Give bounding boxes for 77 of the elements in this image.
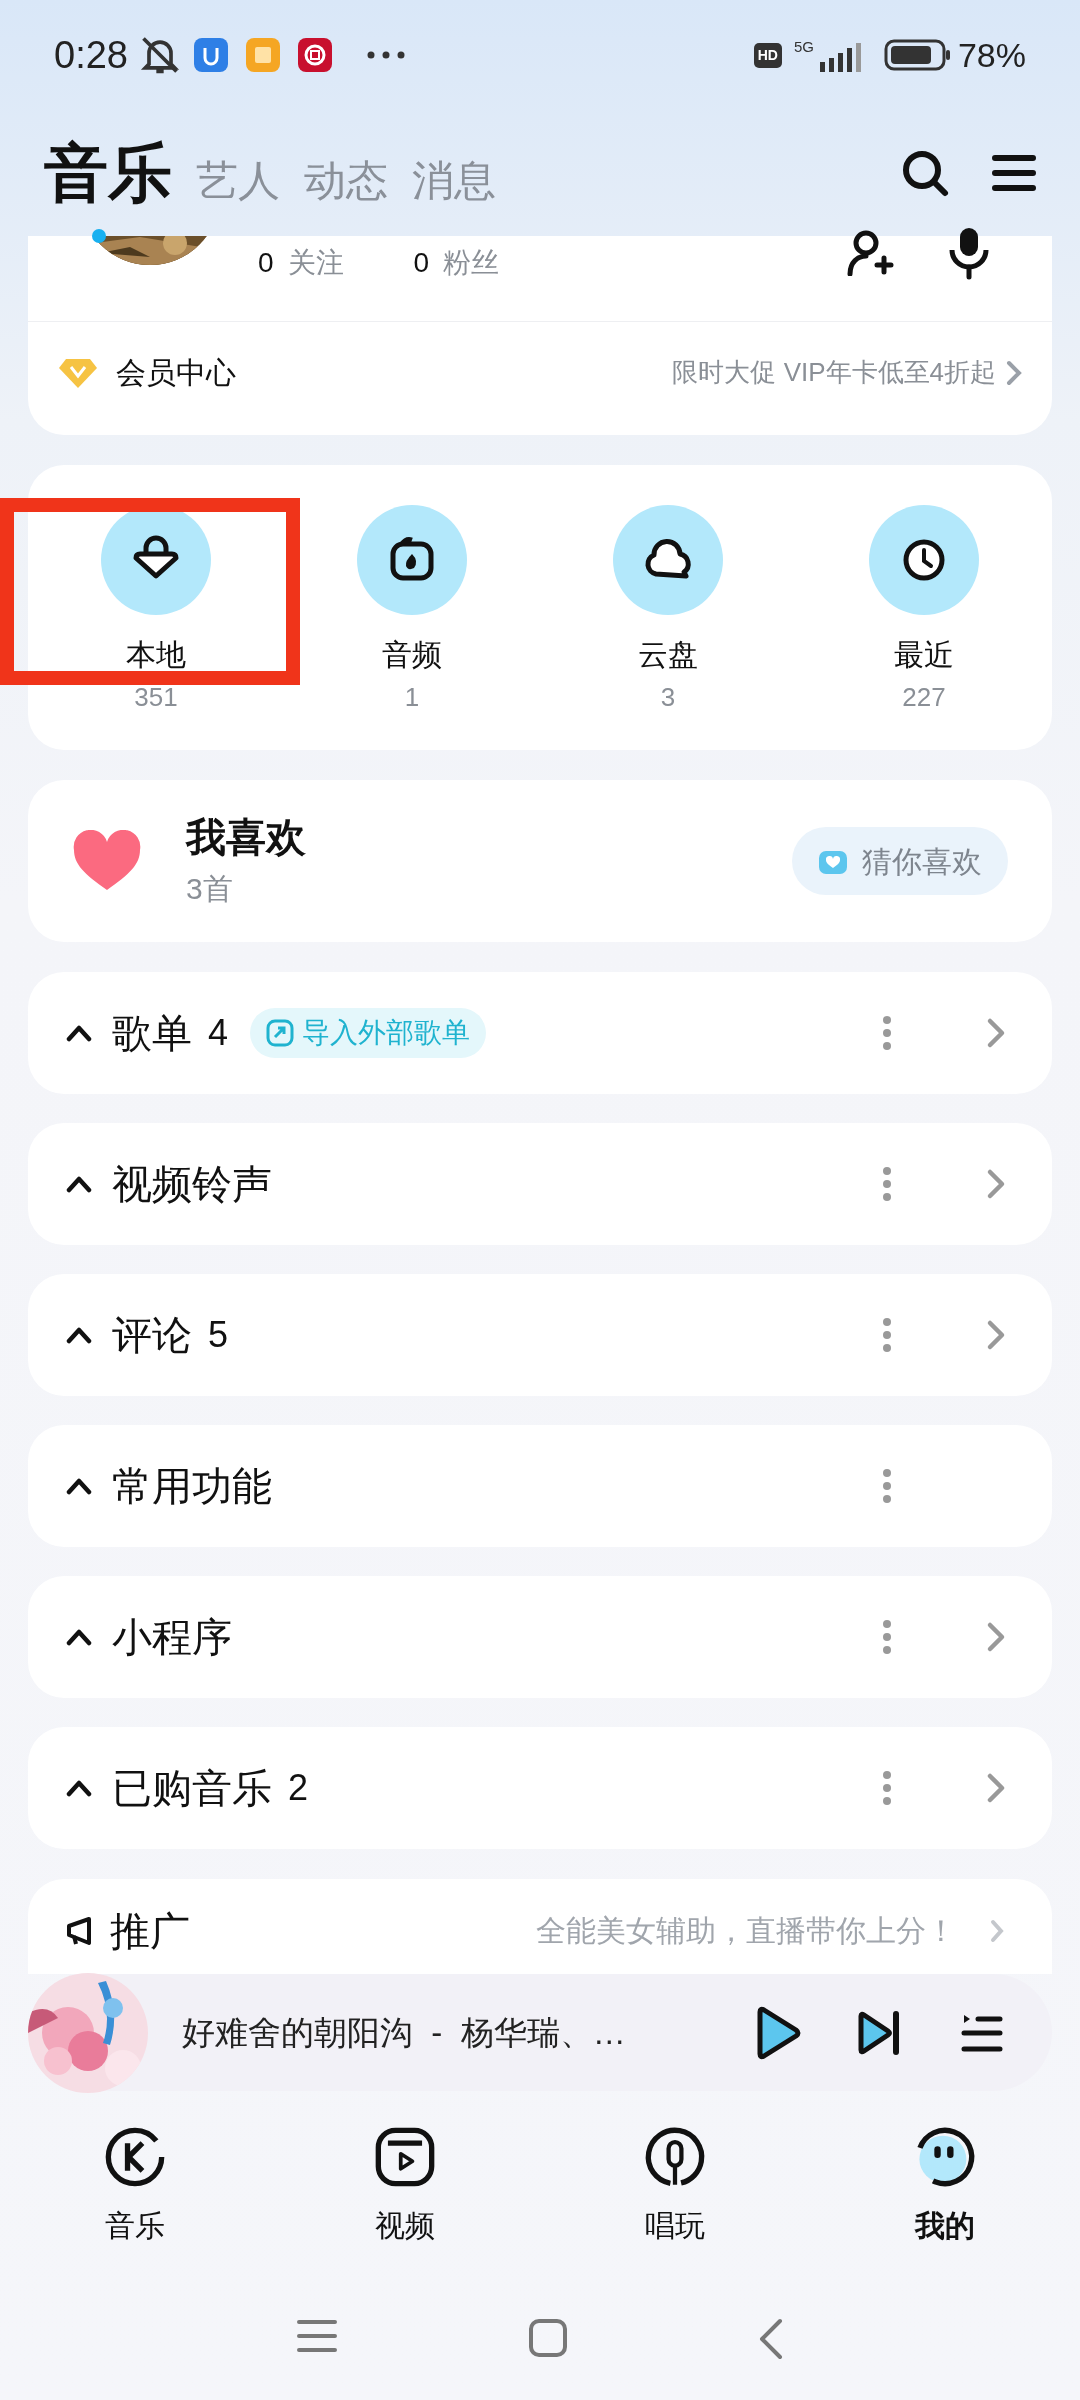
nav-tab[interactable]: 视频 <box>270 2125 540 2280</box>
home-icon[interactable] <box>528 2318 568 2358</box>
hd-badge: HD <box>753 42 782 68</box>
shortcut-label[interactable]: 本地 <box>126 635 186 675</box>
chevron-right-icon[interactable] <box>986 1772 1006 1804</box>
caret-up-icon <box>66 1175 92 1193</box>
shortcut-count: 351 <box>134 681 178 713</box>
status-time: 0:28 <box>54 32 128 78</box>
nav-tab[interactable]: 唱玩 <box>540 2125 810 2280</box>
more-icon <box>365 50 406 60</box>
section-title: 视频铃声 <box>112 1161 272 1208</box>
favorites-title: 我喜欢 <box>186 814 306 861</box>
caret-up-icon <box>66 1024 92 1042</box>
caret-up-icon <box>66 1326 92 1344</box>
section-row[interactable]: 小程序 <box>28 1576 1052 1698</box>
shortcut-count: 3 <box>660 681 676 713</box>
chevron-right-icon <box>1006 359 1022 386</box>
chevron-right-icon <box>990 1918 1004 1943</box>
next-track-icon[interactable] <box>856 2009 902 2056</box>
search-icon[interactable] <box>900 148 950 198</box>
back-icon[interactable] <box>758 2318 784 2360</box>
k-circle-icon <box>103 2125 167 2189</box>
more-vertical-icon[interactable] <box>882 1770 892 1806</box>
section-title: 常用功能 <box>112 1463 272 1510</box>
section-row[interactable]: 歌单 4 导入外部歌单 <box>28 972 1052 1094</box>
battery-level: 78% <box>957 34 1026 76</box>
video-square-icon <box>373 2125 437 2189</box>
favorites-count: 3首 <box>186 871 234 907</box>
mini-player[interactable]: 好难舍的朝阳沟 - 杨华瑞、… <box>28 1974 1052 2091</box>
stat-value: 0 <box>258 246 274 280</box>
shortcut-count: 1 <box>404 681 420 713</box>
microphone-circle-icon <box>643 2125 707 2189</box>
vip-center-link[interactable]: 会员中心 <box>116 350 236 395</box>
app-icon <box>193 38 228 72</box>
stat-value: 0 <box>413 246 430 280</box>
promo-label: 推广 <box>110 1907 190 1955</box>
nav-tab[interactable]: 音乐 <box>0 2125 270 2280</box>
nav-tab[interactable]: 我的 <box>810 2125 1080 2280</box>
shortcut-count: 227 <box>902 681 946 713</box>
shortcut-label[interactable]: 云盘 <box>638 635 698 675</box>
more-vertical-icon[interactable] <box>882 1015 892 1051</box>
network-type: 5G <box>793 38 814 54</box>
chevron-right-icon[interactable] <box>986 1168 1006 1200</box>
section-title: 小程序 <box>112 1614 232 1661</box>
section-count: 2 <box>288 1766 309 1810</box>
section-count: 4 <box>208 1011 229 1055</box>
caret-up-icon <box>66 1779 92 1797</box>
app-icon <box>297 38 332 72</box>
battery-icon <box>883 39 952 71</box>
shortcut-label[interactable]: 最近 <box>894 635 954 675</box>
menu-icon[interactable] <box>992 153 1036 193</box>
heart-icon <box>72 830 142 892</box>
chevron-right-icon[interactable] <box>986 1621 1006 1653</box>
more-vertical-icon[interactable] <box>882 1317 892 1353</box>
caret-up-icon <box>66 1628 92 1646</box>
more-vertical-icon[interactable] <box>882 1468 892 1504</box>
more-vertical-icon[interactable] <box>882 1619 892 1655</box>
app-icon <box>245 38 280 72</box>
section-count: 5 <box>208 1313 229 1357</box>
section-row[interactable]: 视频铃声 <box>28 1123 1052 1245</box>
chevron-right-icon[interactable] <box>986 1319 1006 1351</box>
promo-text: 全能美女辅助，直播带你上分！ <box>536 1913 956 1949</box>
chevron-right-icon[interactable] <box>986 1017 1006 1049</box>
section-title: 歌单 <box>112 1010 192 1057</box>
section-title: 已购音乐 <box>112 1765 272 1812</box>
section-title: 评论 <box>112 1312 192 1359</box>
song-title: 好难舍的朝阳沟 - 杨华瑞、… <box>182 2012 626 2053</box>
add-user-icon[interactable] <box>846 230 896 276</box>
section-row[interactable]: 已购音乐 2 <box>28 1727 1052 1849</box>
shortcut-label[interactable]: 音频 <box>382 635 442 675</box>
more-vertical-icon[interactable] <box>882 1166 892 1202</box>
caret-up-icon <box>66 1477 92 1495</box>
diamond-icon <box>58 356 98 389</box>
section-row[interactable]: 常用功能 <box>28 1425 1052 1547</box>
favorites-card[interactable]: 我喜欢 3首 猜你喜欢 <box>28 780 1052 942</box>
promo-row[interactable]: 推广 全能美女辅助，直播带你上分！ <box>28 1879 1052 1974</box>
section-row[interactable]: 评论 5 <box>28 1274 1052 1396</box>
